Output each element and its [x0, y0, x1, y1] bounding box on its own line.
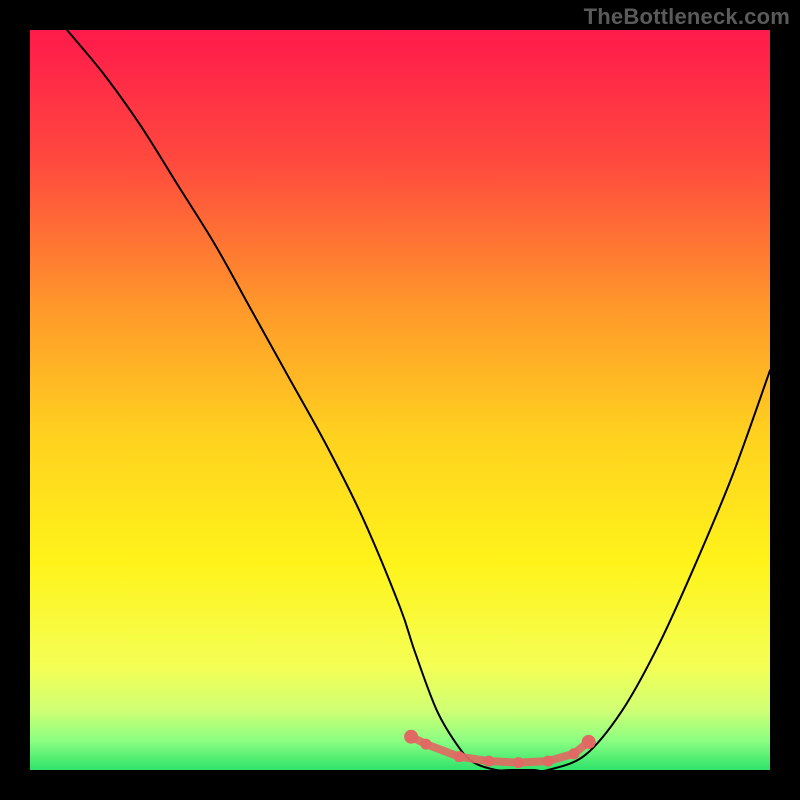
optimal-marker-dot	[568, 748, 579, 759]
optimal-marker-stroke	[411, 737, 589, 763]
watermark-text: TheBottleneck.com	[584, 4, 790, 30]
optimal-marker-dot	[543, 756, 554, 767]
optimal-marker-dot	[582, 735, 596, 749]
optimal-marker-dot	[454, 751, 465, 762]
curve-layer	[30, 30, 770, 770]
optimal-marker-dot	[513, 757, 524, 768]
optimal-marker-dot	[420, 739, 431, 750]
bottleneck-curve	[67, 30, 770, 770]
chart-frame: TheBottleneck.com	[0, 0, 800, 800]
plot-area	[30, 30, 770, 770]
optimal-marker-dot	[404, 730, 418, 744]
optimal-marker-dot	[483, 756, 494, 767]
